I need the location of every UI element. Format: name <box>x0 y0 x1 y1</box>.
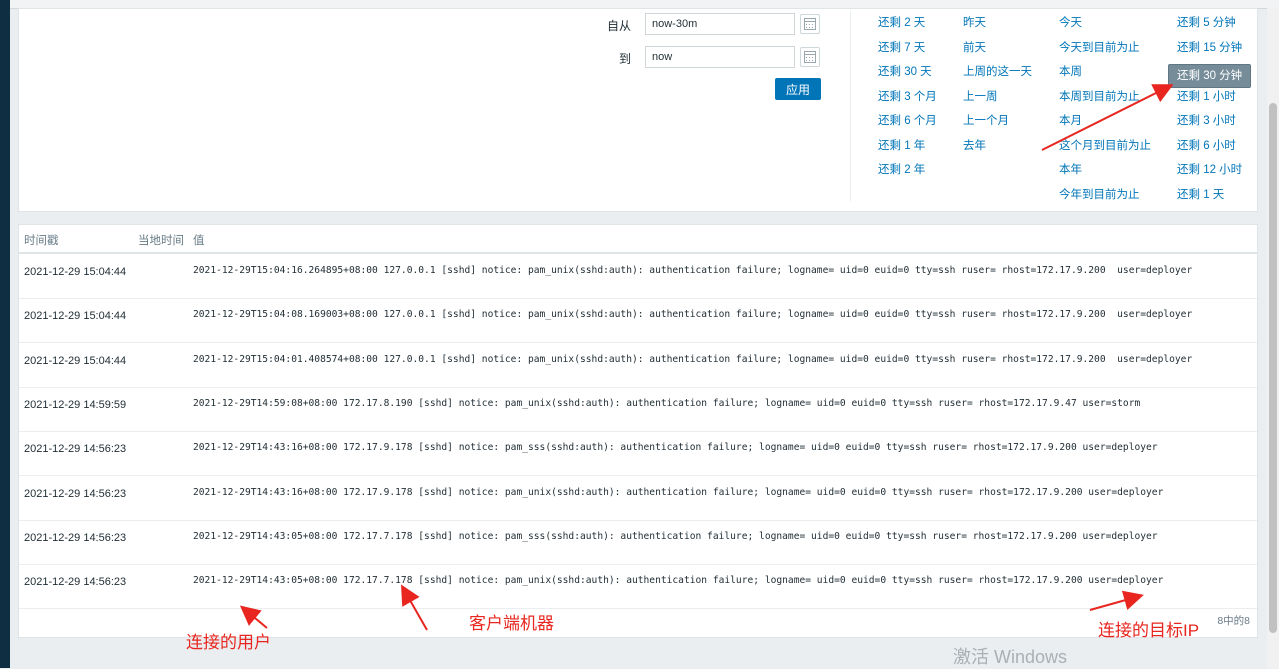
apply-button[interactable]: 应用 <box>775 78 821 100</box>
quick-range-link[interactable]: 这个月到目前为止 <box>1059 138 1151 163</box>
timestamp-cell: 2021-12-29 15:04:44 <box>24 310 127 323</box>
scrollbar[interactable] <box>1267 8 1279 668</box>
quick-range-link[interactable]: 还剩 2 天 <box>878 15 937 40</box>
quick-range-link[interactable]: 还剩 3 个月 <box>878 89 937 114</box>
timestamp-cell: 2021-12-29 14:56:23 <box>24 443 127 456</box>
from-label: 自从 <box>606 19 631 33</box>
value-cell: 2021-12-29T15:04:08.169003+08:00 127.0.0… <box>193 309 1193 321</box>
calendar-icon <box>804 18 816 30</box>
value-cell: 2021-12-29T14:43:05+08:00 172.17.7.178 [… <box>193 575 1164 587</box>
sidebar-edge <box>0 0 10 668</box>
quick-range-link[interactable]: 还剩 7 天 <box>878 40 937 65</box>
quick-range-link[interactable]: 还剩 2 年 <box>878 162 937 187</box>
table-row: 2021-12-29 14:59:59 2021-12-29T14:59:08+0… <box>19 387 1257 432</box>
table-row: 2021-12-29 14:56:23 2021-12-29T14:43:05+0… <box>19 520 1257 565</box>
quick-range-column-1: 还剩 2 天还剩 7 天还剩 30 天还剩 3 个月 还剩 6 个月 还剩 1 年还… <box>878 15 937 187</box>
quick-range-link[interactable]: 还剩 1 小时 <box>1177 89 1251 114</box>
table-row: 2021-12-29 15:04:44 2021-12-29T15:04:16.2… <box>19 254 1257 299</box>
value-cell: 2021-12-29T14:43:16+08:00 172.17.9.178 [… <box>193 486 1164 498</box>
col-header-timestamp[interactable]: 时间戳 <box>24 232 59 248</box>
quick-range-link[interactable]: 本年 <box>1059 162 1151 187</box>
quick-range-selected[interactable]: 还剩 30 分钟 <box>1168 64 1252 88</box>
table-row: 2021-12-29 15:04:44 2021-12-29T15:04:08.1… <box>19 298 1257 344</box>
annotation-client: 客户端机器 <box>469 614 554 633</box>
quick-range-link[interactable]: 还剩 30 天 <box>878 64 937 89</box>
quick-range-link[interactable]: 还剩 12 小时 <box>1177 162 1251 187</box>
quick-range-link[interactable]: 今天到目前为止 <box>1059 40 1151 65</box>
annotation-target-ip: 连接的目标IP <box>1098 621 1200 640</box>
calendar-icon <box>804 51 816 63</box>
quick-range-link[interactable]: 前天 <box>963 40 1032 65</box>
quick-range-link[interactable]: 还剩 5 分钟 <box>1177 15 1251 40</box>
value-cell: 2021-12-29T14:59:08+08:00 172.17.8.190 [… <box>193 397 1141 409</box>
quick-range-link[interactable]: 还剩 6 小时 <box>1177 138 1251 163</box>
table-header: 时间戳 当地时间 值 <box>19 225 1257 254</box>
value-cell: 2021-12-29T15:04:16.264895+08:00 127.0.0… <box>193 265 1193 276</box>
table-row: 2021-12-29 14:56:23 2021-12-29T14:43:16+0… <box>19 431 1257 477</box>
quick-range-link[interactable]: 上一个月 <box>963 113 1032 138</box>
table-footer-count: 8中的8 <box>1217 615 1250 627</box>
quick-range-link[interactable]: 去年 <box>963 138 1032 163</box>
quick-range-link[interactable]: 还剩 6 个月 <box>878 113 937 138</box>
col-header-value[interactable]: 值 <box>193 232 205 248</box>
to-label: 到 <box>618 52 631 66</box>
quick-range-link[interactable]: 今天 <box>1059 15 1151 40</box>
to-input[interactable] <box>645 46 795 68</box>
quick-range-link[interactable]: 还剩 30 分钟 <box>1168 64 1252 89</box>
windows-activation-watermark: 激活 Windows <box>953 647 1068 667</box>
quick-range-link[interactable]: 昨天 <box>963 15 1032 40</box>
scrollbar-thumb[interactable] <box>1269 103 1277 633</box>
timestamp-cell: 2021-12-29 15:04:44 <box>24 266 127 278</box>
quick-range-link[interactable]: 本月 <box>1059 113 1151 138</box>
from-calendar-button[interactable] <box>800 14 820 34</box>
from-input[interactable] <box>645 13 795 35</box>
quick-range-link[interactable]: 今年到目前为止 <box>1059 187 1151 212</box>
timestamp-cell: 2021-12-29 14:56:23 <box>24 487 127 500</box>
quick-range-link[interactable]: 还剩 15 分钟 <box>1177 40 1251 65</box>
timestamp-cell: 2021-12-29 14:59:59 <box>24 398 127 411</box>
quick-range-link[interactable]: 还剩 1 天 <box>1177 187 1251 212</box>
value-cell: 2021-12-29T14:43:16+08:00 172.17.9.178 [… <box>193 442 1158 454</box>
value-cell: 2021-12-29T15:04:01.408574+08:00 127.0.0… <box>193 353 1193 365</box>
quick-range-link[interactable]: 还剩 1 年 <box>878 138 937 163</box>
table-row: 2021-12-29 15:04:44 2021-12-29T15:04:01.4… <box>19 343 1257 388</box>
table-row: 2021-12-29 14:56:23 2021-12-29T14:43:05+0… <box>19 564 1257 610</box>
history-table: 时间戳 当地时间 值 2021-12-29 15:04:44 2021-12-29… <box>18 224 1258 638</box>
quick-range-link[interactable]: 上一周 <box>963 89 1032 114</box>
timestamp-cell: 2021-12-29 15:04:44 <box>24 354 127 367</box>
to-calendar-button[interactable] <box>800 47 820 67</box>
annotation-user: 连接的用户 <box>186 633 271 652</box>
value-cell: 2021-12-29T14:43:05+08:00 172.17.7.178 [… <box>193 530 1158 542</box>
table-row: 2021-12-29 14:56:23 2021-12-29T14:43:16+0… <box>19 476 1257 521</box>
timestamp-cell: 2021-12-29 14:56:23 <box>24 531 127 544</box>
quick-range-link[interactable]: 本周 <box>1059 64 1151 89</box>
quick-range-column-4: 还剩 5 分钟 还剩 15 分钟 还剩 30 分钟 还剩 1 小时 还剩 3 小时 还剩 … <box>1168 15 1252 212</box>
divider <box>850 11 851 201</box>
quick-range-link[interactable]: 上周的这一天 <box>963 64 1032 89</box>
col-header-local-time[interactable]: 当地时间 <box>138 232 184 248</box>
quick-range-column-2: 昨天 前天 上周的这一天 上一周 上一个月 去年 <box>963 15 1032 162</box>
quick-range-column-3: 今天 今天到目前为止 本周 本周到目前为止 本月 这个月到目前为止 本年 今年到目前为止 <box>1059 15 1151 211</box>
quick-range-link[interactable]: 还剩 3 小时 <box>1177 113 1251 138</box>
timestamp-cell: 2021-12-29 14:56:23 <box>24 576 127 589</box>
quick-range-link[interactable]: 本周到目前为止 <box>1059 89 1151 114</box>
time-filter-panel: 自从 到 应用 还剩 2 天还剩 7 天还剩 30 天还剩 3 个月还剩 6 个… <box>18 8 1258 212</box>
